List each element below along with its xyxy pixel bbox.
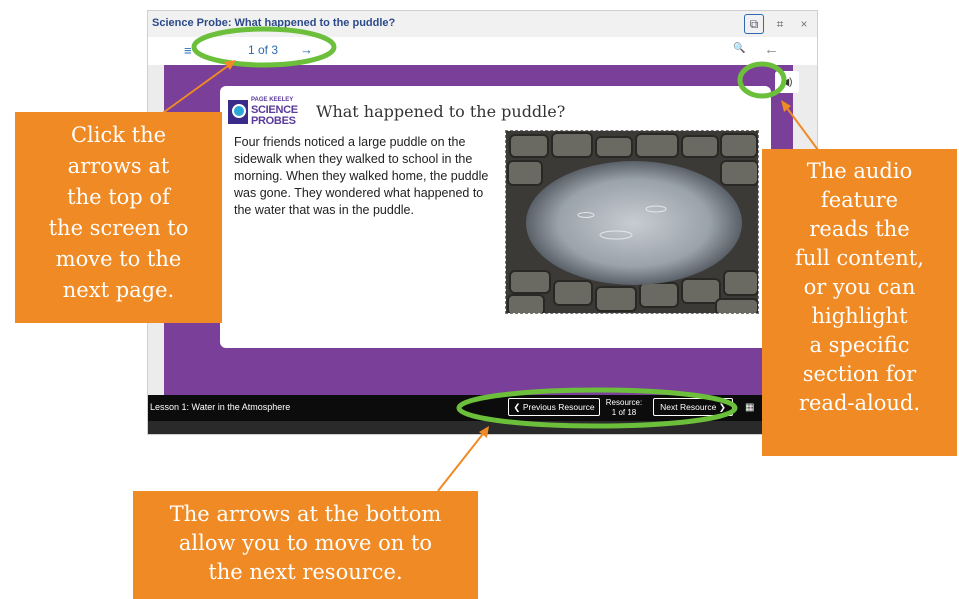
search-icon[interactable]: 🔍 [733,43,745,54]
popout-icon[interactable]: ⧉ [744,14,764,34]
probe-card: PAGE KEELEY SCIENCE PROBES What happened… [220,86,771,348]
callout-bottom-arrows: The arrows at the bottom allow you to mo… [133,491,478,599]
footer-strip [148,421,817,434]
grid-icon[interactable]: ▦ [745,402,754,413]
arrow-line-bottom [437,429,487,492]
next-page-arrow-icon[interactable]: → [300,42,313,57]
science-probes-logo: PAGE KEELEY SCIENCE PROBES [228,96,308,130]
lesson-title: Lesson 1: Water in the Atmosphere [150,402,291,412]
probe-text: Four friends noticed a large puddle on t… [234,135,489,217]
page-indicator: 1 of 3 [248,43,279,57]
resource-footer: Lesson 1: Water in the Atmosphere ❮ Prev… [148,395,817,421]
window-title: Science Probe: What happened to the pudd… [152,17,396,29]
crop-icon[interactable]: ⌗ [770,14,790,34]
probe-heading: What happened to the puddle? [316,102,566,121]
menu-icon[interactable]: ≡ [184,43,192,58]
puddle-photo [505,130,759,314]
previous-resource-button[interactable]: ❮ Previous Resource [508,398,600,416]
resource-window: Science Probe: What happened to the pudd… [147,10,818,435]
slide-background: PAGE KEELEY SCIENCE PROBES What happened… [164,65,799,395]
content-area: PAGE KEELEY SCIENCE PROBES What happened… [148,65,817,395]
callout-audio: The audio feature reads the full content… [762,149,957,456]
title-bar: Science Probe: What happened to the pudd… [148,11,817,38]
callout-top-arrows: Click the arrows at the top of the scree… [15,112,222,323]
page-nav-bar: ≡ 1 of 3 → 🔍 ← [148,37,817,66]
audio-speaker-icon[interactable]: ◀) [775,71,799,93]
back-icon[interactable]: ← [764,41,779,58]
close-icon[interactable]: × [794,14,814,34]
next-resource-button[interactable]: Next Resource ❯ [653,398,733,416]
resource-counter: Resource: 1 of 18 [605,398,643,417]
